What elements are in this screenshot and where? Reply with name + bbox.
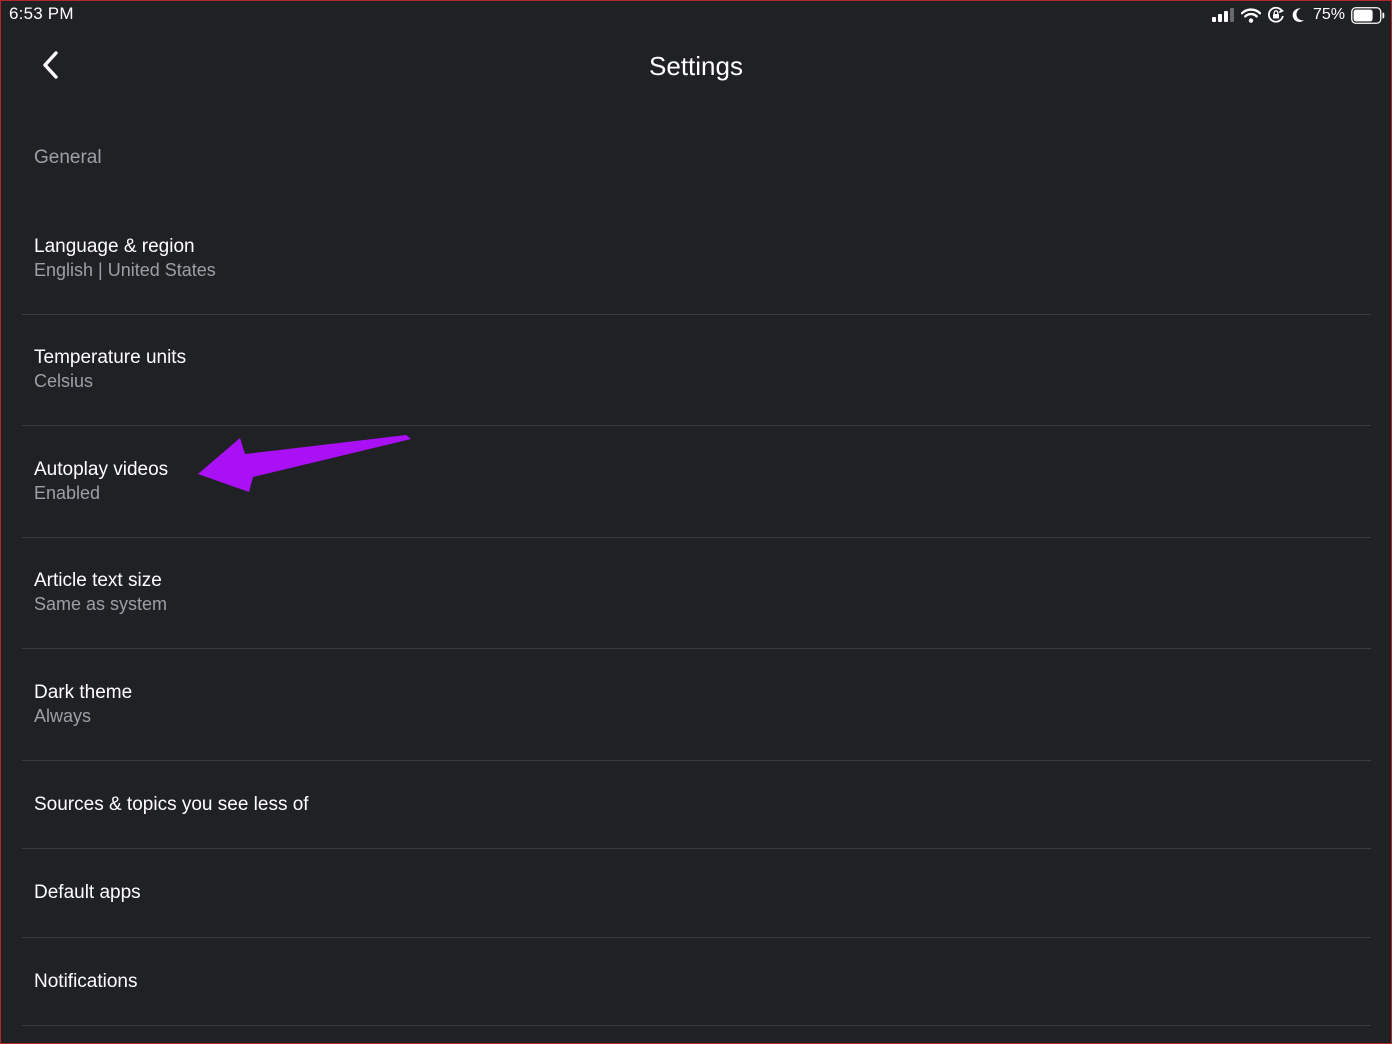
setting-title: Language & region bbox=[34, 235, 195, 257]
status-time: 6:53 PM bbox=[9, 4, 74, 23]
setting-temperature-units[interactable]: Temperature units Celsius bbox=[22, 315, 1371, 426]
status-bar: 6:53 PM 75% bbox=[1, 1, 1391, 29]
setting-sources-topics[interactable]: Sources & topics you see less of bbox=[22, 761, 1371, 849]
setting-title: Article text size bbox=[34, 570, 162, 592]
setting-title: Default apps bbox=[34, 882, 141, 904]
section-header-general: General bbox=[34, 147, 102, 168]
setting-value: Always bbox=[34, 705, 92, 726]
settings-list: Language & region English | United State… bbox=[22, 203, 1371, 1026]
setting-default-apps[interactable]: Default apps bbox=[22, 849, 1371, 938]
battery-icon bbox=[1351, 6, 1385, 24]
app-window: 6:53 PM 75% Settings General Language & … bbox=[0, 0, 1392, 1044]
setting-title: Temperature units bbox=[34, 347, 187, 369]
setting-notifications[interactable]: Notifications bbox=[22, 938, 1371, 1026]
orientation-lock-icon bbox=[1267, 6, 1285, 24]
setting-title: Notifications bbox=[34, 970, 138, 992]
setting-title: Sources & topics you see less of bbox=[34, 793, 309, 815]
do-not-disturb-moon-icon bbox=[1291, 7, 1305, 23]
setting-language-region[interactable]: Language & region English | United State… bbox=[22, 203, 1371, 315]
cellular-signal-icon bbox=[1211, 8, 1235, 22]
setting-value: Same as system bbox=[34, 594, 168, 615]
setting-value: Celsius bbox=[34, 371, 94, 392]
setting-dark-theme[interactable]: Dark theme Always bbox=[22, 649, 1371, 761]
setting-value: English | United States bbox=[34, 259, 216, 280]
status-icons: 75% bbox=[1211, 5, 1385, 25]
setting-autoplay-videos[interactable]: Autoplay videos Enabled bbox=[22, 426, 1371, 538]
setting-article-text-size[interactable]: Article text size Same as system bbox=[22, 538, 1371, 649]
page-title: Settings bbox=[649, 51, 743, 81]
setting-value: Enabled bbox=[34, 482, 101, 503]
wifi-icon bbox=[1240, 7, 1261, 23]
setting-title: Dark theme bbox=[34, 681, 133, 703]
setting-title: Autoplay videos bbox=[34, 458, 169, 480]
battery-percent: 75% bbox=[1312, 6, 1345, 23]
